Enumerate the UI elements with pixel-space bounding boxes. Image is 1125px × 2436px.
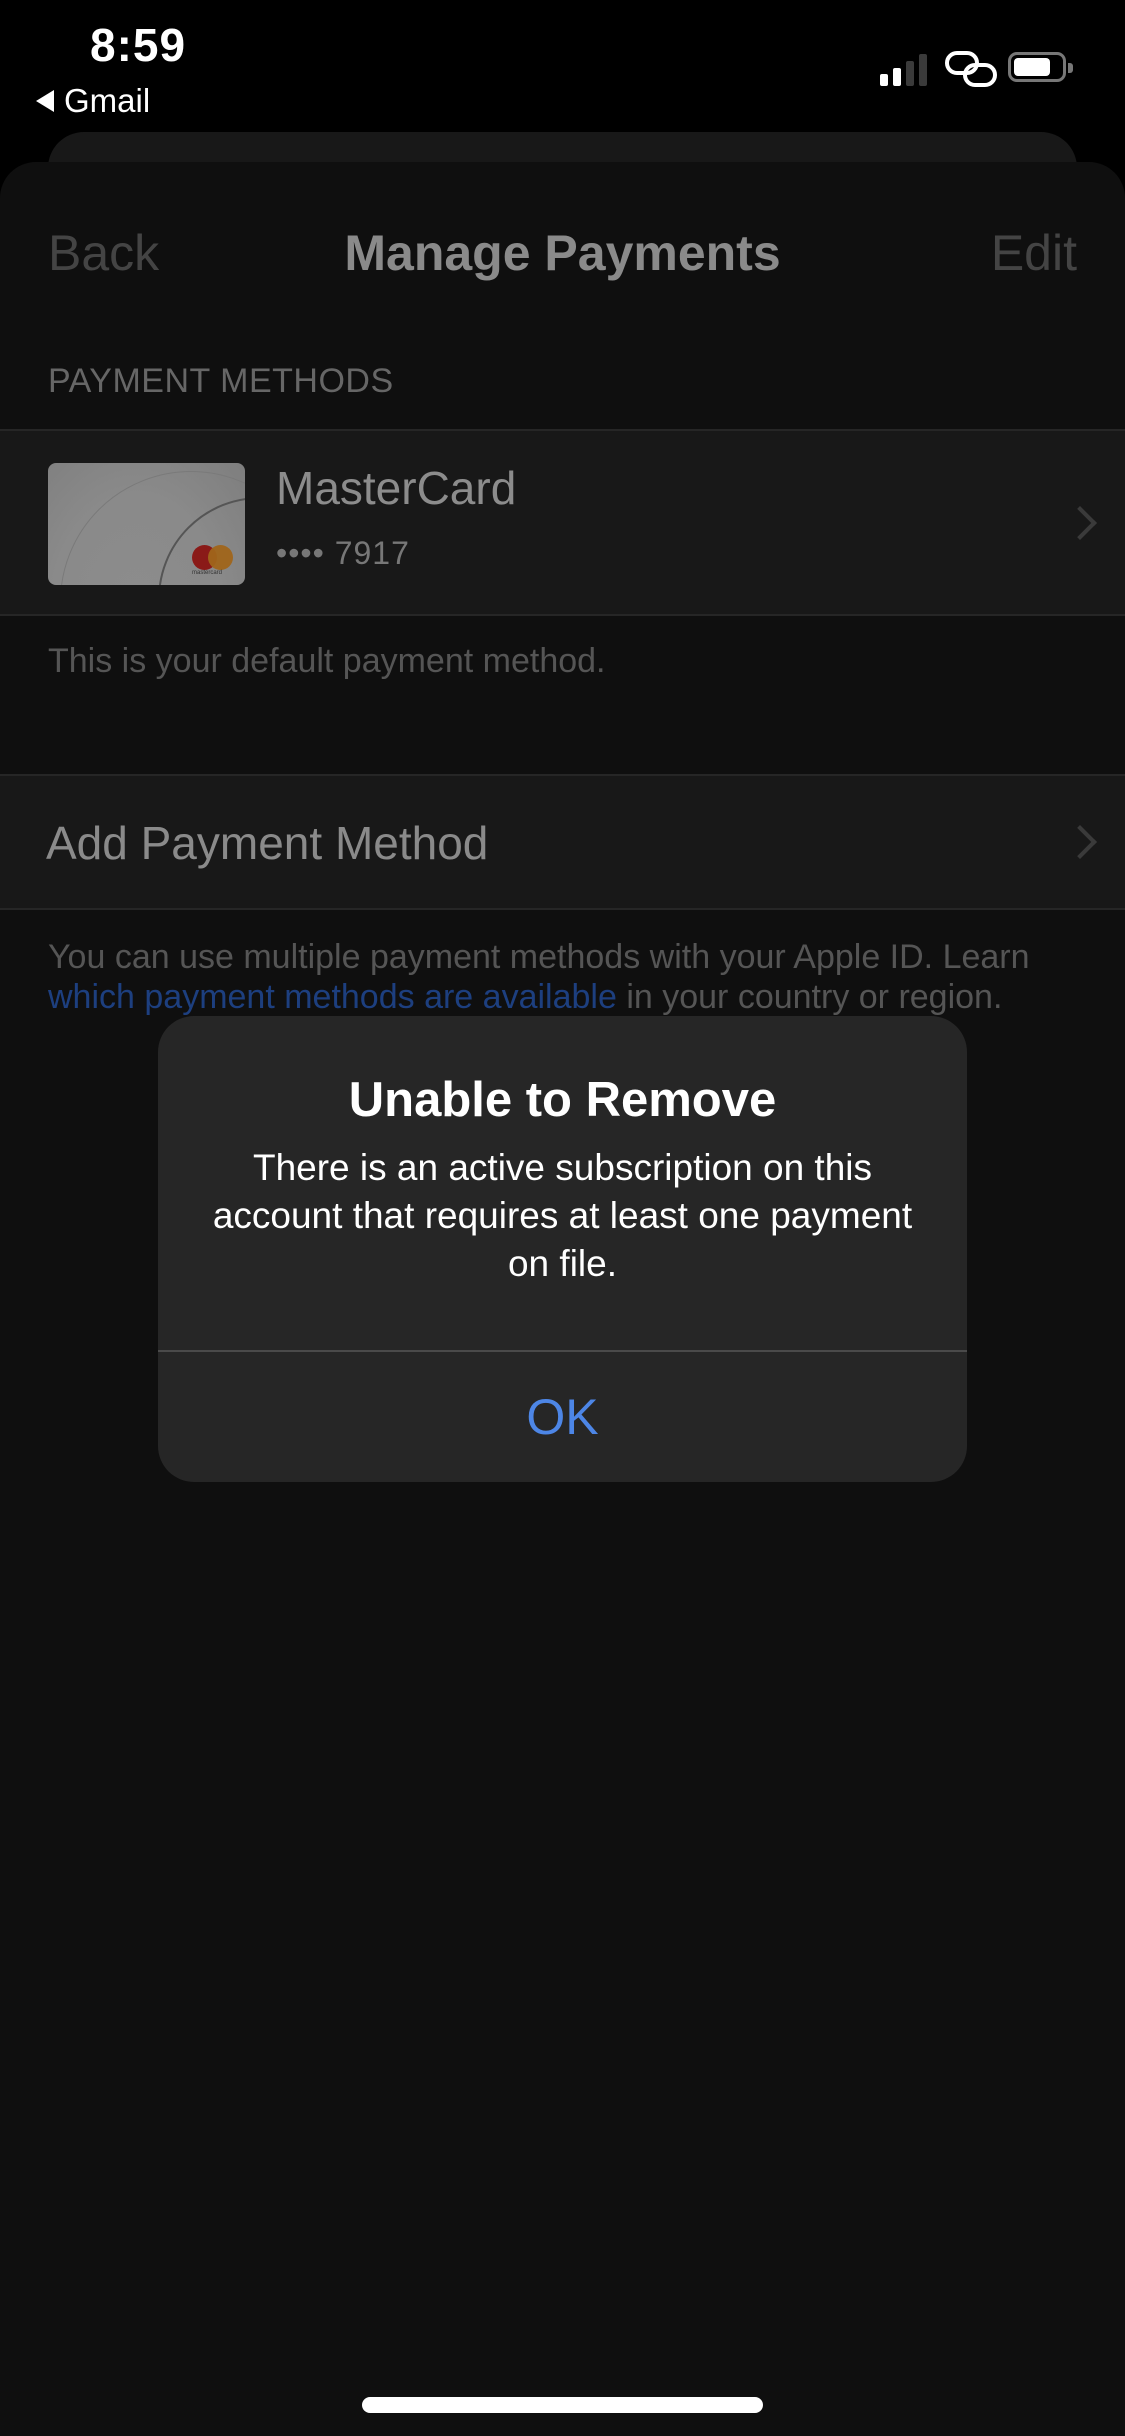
add-payment-method-label: Add Payment Method [46,817,489,869]
back-to-app-button[interactable]: Gmail [36,82,150,120]
navigation-bar: Back Manage Payments Edit [0,224,1125,294]
payment-method-row[interactable]: mastercard MasterCard •••• 7917 [0,429,1125,616]
mastercard-logo-icon: mastercard [192,545,240,576]
ok-button[interactable]: OK [158,1352,967,1482]
footer-text-after: in your country or region. [616,978,1003,1016]
footer-text-before: You can use multiple payment methods wit… [48,938,1030,976]
card-image: mastercard [48,463,245,585]
alert-dialog: Unable to Remove There is an active subs… [158,1016,967,1482]
add-payment-method-row[interactable]: Add Payment Method [0,774,1125,910]
section-header-payment-methods: PAYMENT METHODS [48,362,394,400]
default-payment-note: This is your default payment method. [48,642,606,680]
available-payment-methods-link[interactable]: which payment methods are available [48,978,617,1016]
chevron-right-icon [1063,506,1097,540]
alert-message: There is an active subscription on this … [212,1147,913,1284]
link-icon [945,51,997,87]
home-indicator[interactable] [362,2397,763,2413]
status-bar: 8:59 Gmail [0,0,1125,130]
chevron-right-icon [1063,825,1097,859]
back-app-label: Gmail [64,82,151,119]
footer-note: You can use multiple payment methods wit… [48,937,1088,1017]
edit-button[interactable]: Edit [991,224,1077,282]
signal-icon [880,52,927,86]
page-title: Manage Payments [344,225,781,281]
battery-icon [1008,52,1073,82]
back-triangle-icon [36,90,54,112]
card-number: •••• 7917 [276,535,410,571]
alert-title: Unable to Remove [348,1073,777,1127]
status-time: 8:59 [90,19,187,71]
card-name: MasterCard [276,462,517,514]
